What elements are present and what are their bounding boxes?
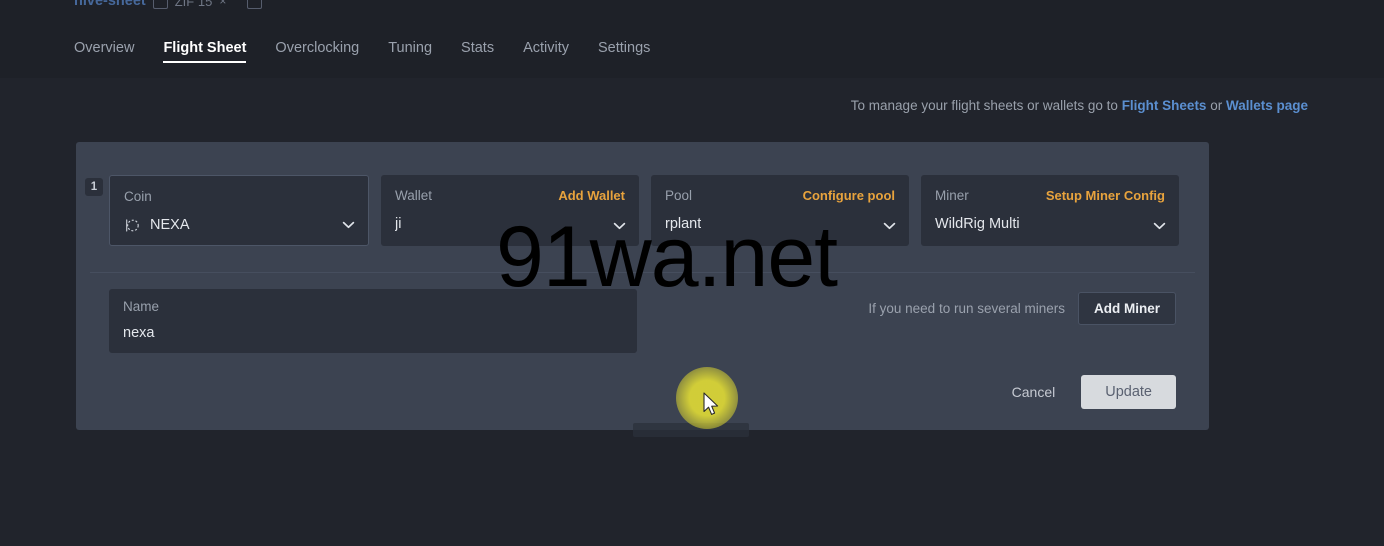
miner-value: WildRig Multi: [935, 216, 1020, 232]
name-input[interactable]: Name nexa: [109, 289, 637, 353]
tab-tuning[interactable]: Tuning: [388, 40, 449, 69]
wallet-select[interactable]: Wallet Add Wallet ji: [381, 175, 639, 246]
tab-flight-sheet[interactable]: Flight Sheet: [163, 40, 263, 69]
name-value: nexa: [123, 325, 155, 341]
miner-field-header: Miner Setup Miner Config: [935, 186, 1165, 204]
tab-stats[interactable]: Stats: [461, 40, 511, 69]
add-miner-hint: If you need to run several miners: [868, 301, 1065, 316]
breadcrumb-worker-link[interactable]: hive-sheet: [74, 0, 146, 9]
pool-value-row: rplant: [665, 213, 895, 235]
coin-label: Coin: [124, 188, 152, 204]
coin-field-header: Coin: [124, 187, 354, 205]
pool-value: rplant: [665, 216, 702, 232]
coin-select[interactable]: Coin NEXA: [109, 175, 369, 246]
coin-nexa-icon: [126, 218, 139, 232]
cancel-button[interactable]: Cancel: [1008, 376, 1060, 408]
chevron-down-icon[interactable]: [613, 222, 626, 230]
chevron-down-icon[interactable]: [883, 222, 896, 230]
miner-select[interactable]: Miner Setup Miner Config WildRig Multi: [921, 175, 1179, 246]
add-miner-button[interactable]: Add Miner: [1078, 292, 1176, 325]
pool-label: Pool: [665, 187, 693, 203]
coin-value-row: NEXA: [124, 214, 354, 236]
setup-miner-config-link[interactable]: Setup Miner Config: [1046, 188, 1165, 203]
tab-overclocking[interactable]: Overclocking: [275, 40, 376, 69]
add-miner-row: If you need to run several miners Add Mi…: [868, 292, 1176, 325]
manage-hint-middle: or: [1206, 98, 1226, 113]
tab-bar: Overview Flight Sheet Overclocking Tunin…: [74, 40, 679, 69]
panel-footer-actions: Cancel Update: [1008, 375, 1176, 409]
wallet-value: ji: [395, 216, 402, 232]
selector-fields-row: Coin NEXA Wallet Add Wallet ji Pool Conf…: [109, 175, 1179, 246]
flight-sheet-panel: 1 Coin NEXA Wallet Add Wallet ji Pool Co…: [76, 142, 1209, 430]
wallet-field-header: Wallet Add Wallet: [395, 186, 625, 204]
wallet-label: Wallet: [395, 187, 433, 203]
tab-settings[interactable]: Settings: [598, 40, 667, 69]
add-wallet-link[interactable]: Add Wallet: [558, 188, 625, 203]
panel-divider: [90, 272, 1195, 273]
chevron-down-icon[interactable]: [342, 221, 355, 229]
wallet-value-row: ji: [395, 213, 625, 235]
chevron-down-icon[interactable]: [1153, 222, 1166, 230]
breadcrumb: hive-sheet ZIF 15 ×: [74, 0, 263, 11]
miner-value-row: WildRig Multi: [935, 213, 1165, 235]
flight-sheets-link[interactable]: Flight Sheets: [1122, 98, 1207, 113]
flight-sheet-index-badge: 1: [85, 178, 103, 196]
name-label: Name: [123, 299, 160, 314]
manage-hint: To manage your flight sheets or wallets …: [851, 98, 1308, 113]
coin-value: NEXA: [150, 217, 190, 233]
chart-icon[interactable]: [247, 0, 263, 9]
pool-select[interactable]: Pool Configure pool rplant: [651, 175, 909, 246]
wallets-page-link[interactable]: Wallets page: [1226, 98, 1308, 113]
configure-pool-link[interactable]: Configure pool: [803, 188, 895, 203]
miner-label: Miner: [935, 187, 969, 203]
close-icon[interactable]: ×: [219, 0, 226, 8]
breadcrumb-rig-text: ZIF 15: [174, 0, 213, 9]
manage-hint-prefix: To manage your flight sheets or wallets …: [850, 98, 1122, 113]
update-button[interactable]: Update: [1081, 375, 1176, 409]
tab-overview[interactable]: Overview: [74, 40, 151, 69]
tab-activity[interactable]: Activity: [523, 40, 586, 69]
pool-field-header: Pool Configure pool: [665, 186, 895, 204]
edit-icon[interactable]: [152, 0, 168, 9]
